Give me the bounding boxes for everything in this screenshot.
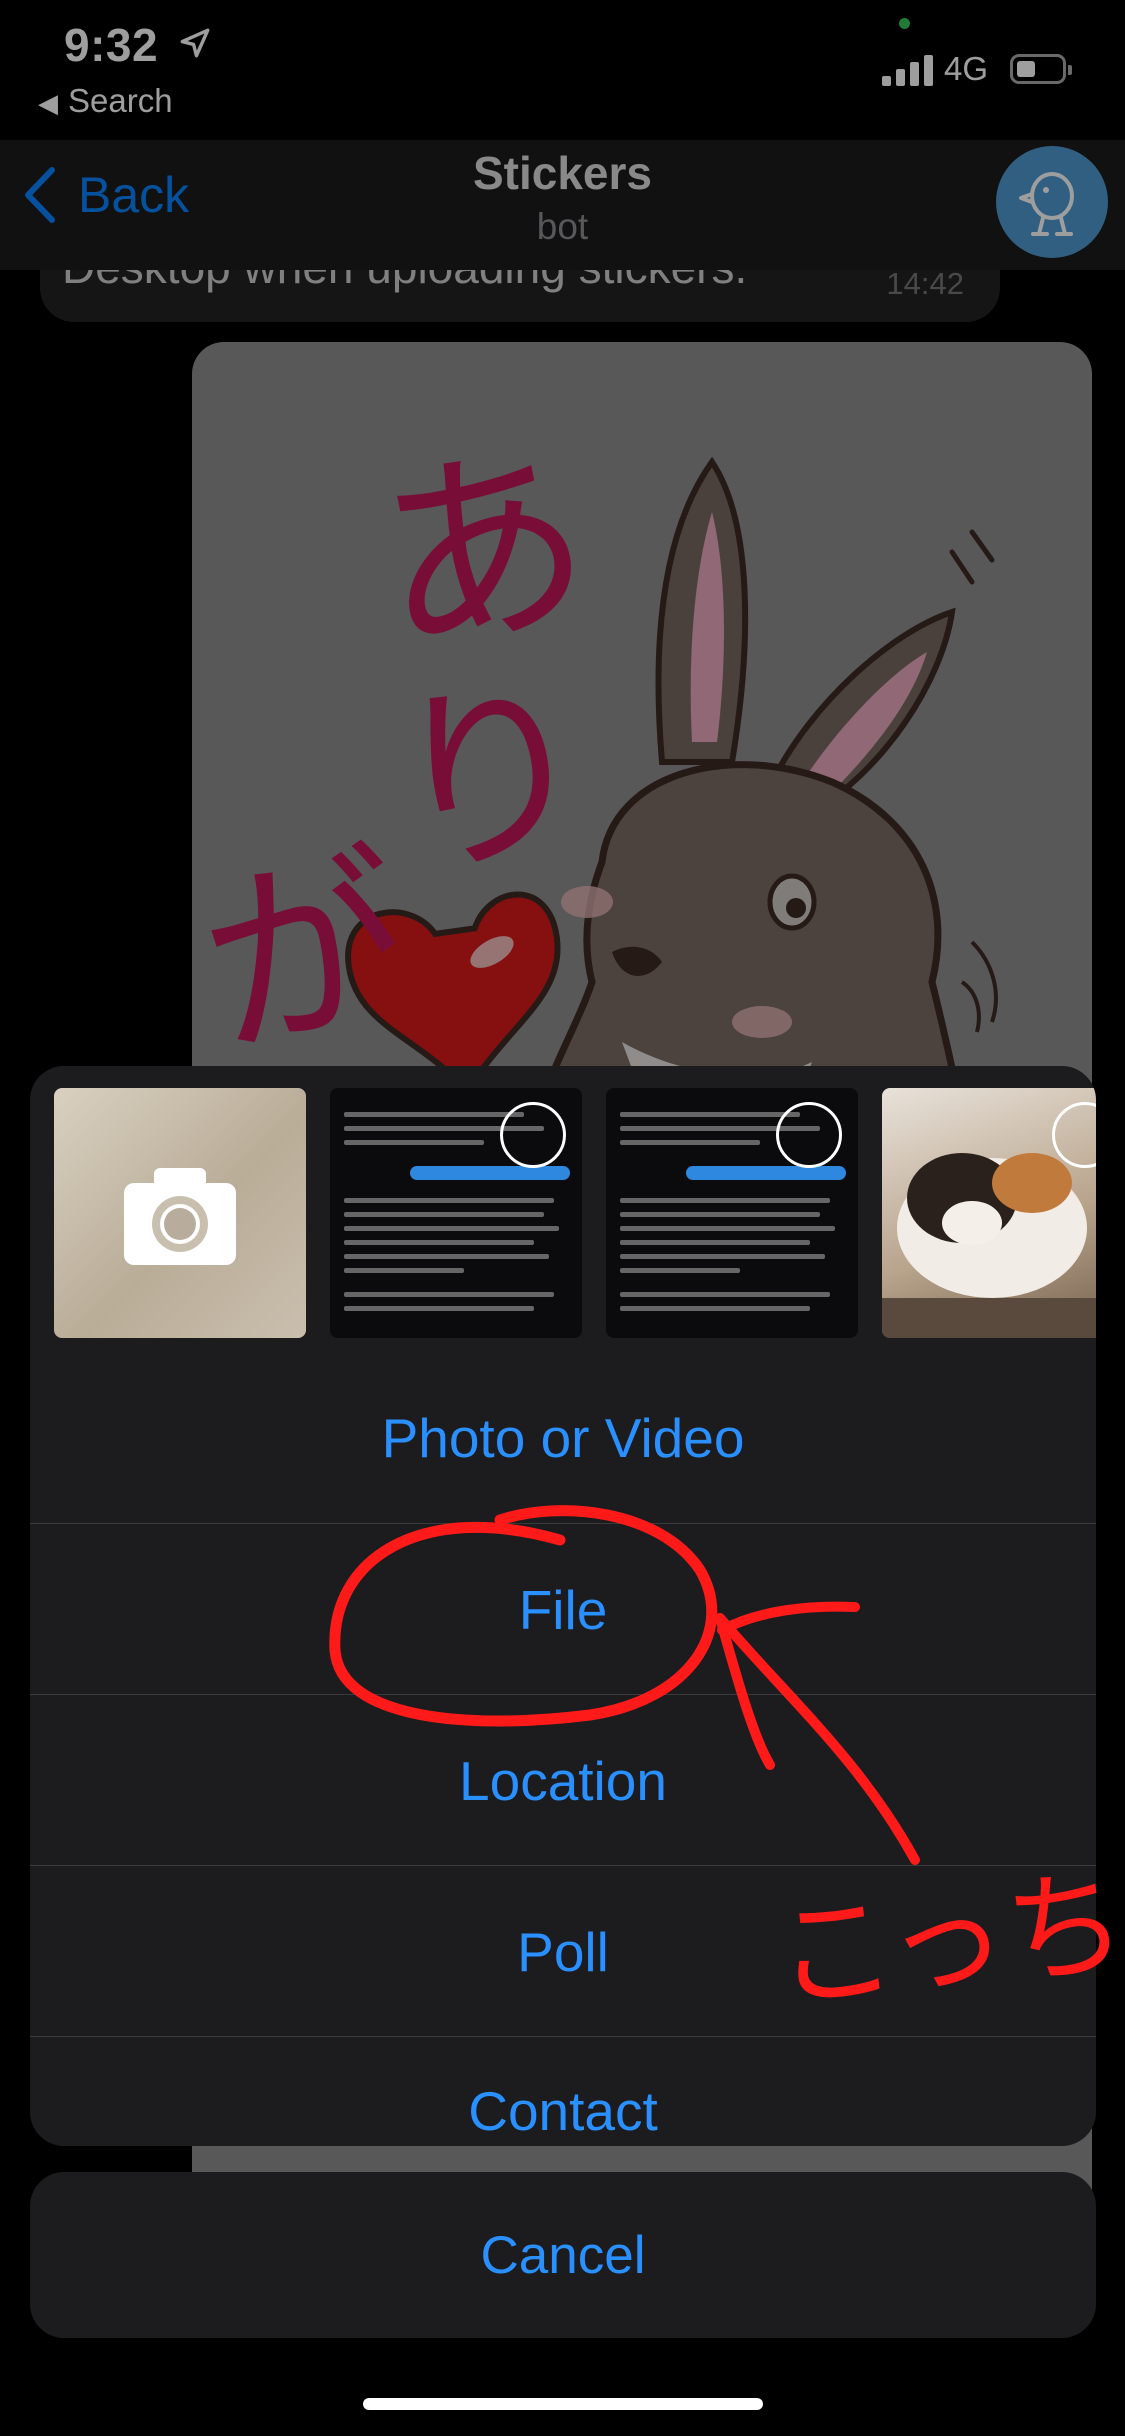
home-indicator[interactable] [363,2398,763,2410]
file-option[interactable]: File [30,1523,1096,1695]
camera-tile[interactable] [54,1088,306,1338]
attachment-action-sheet: Photo or Video File Location Poll Contac… [30,1066,1096,2146]
select-photo-circle[interactable] [776,1102,842,1168]
poll-option[interactable]: Poll [30,1865,1096,2037]
recent-media-strip[interactable] [54,1088,1096,1338]
recent-photo-screenshot-2[interactable] [606,1088,858,1338]
cancel-button[interactable]: Cancel [30,2172,1096,2338]
recent-photo-cat[interactable] [882,1088,1096,1338]
photo-or-video-option[interactable]: Photo or Video [30,1352,1096,1523]
contact-option[interactable]: Contact [30,2036,1096,2146]
camera-icon [124,1168,236,1265]
recent-photo-screenshot-1[interactable] [330,1088,582,1338]
select-photo-circle[interactable] [500,1102,566,1168]
location-option[interactable]: Location [30,1694,1096,1866]
